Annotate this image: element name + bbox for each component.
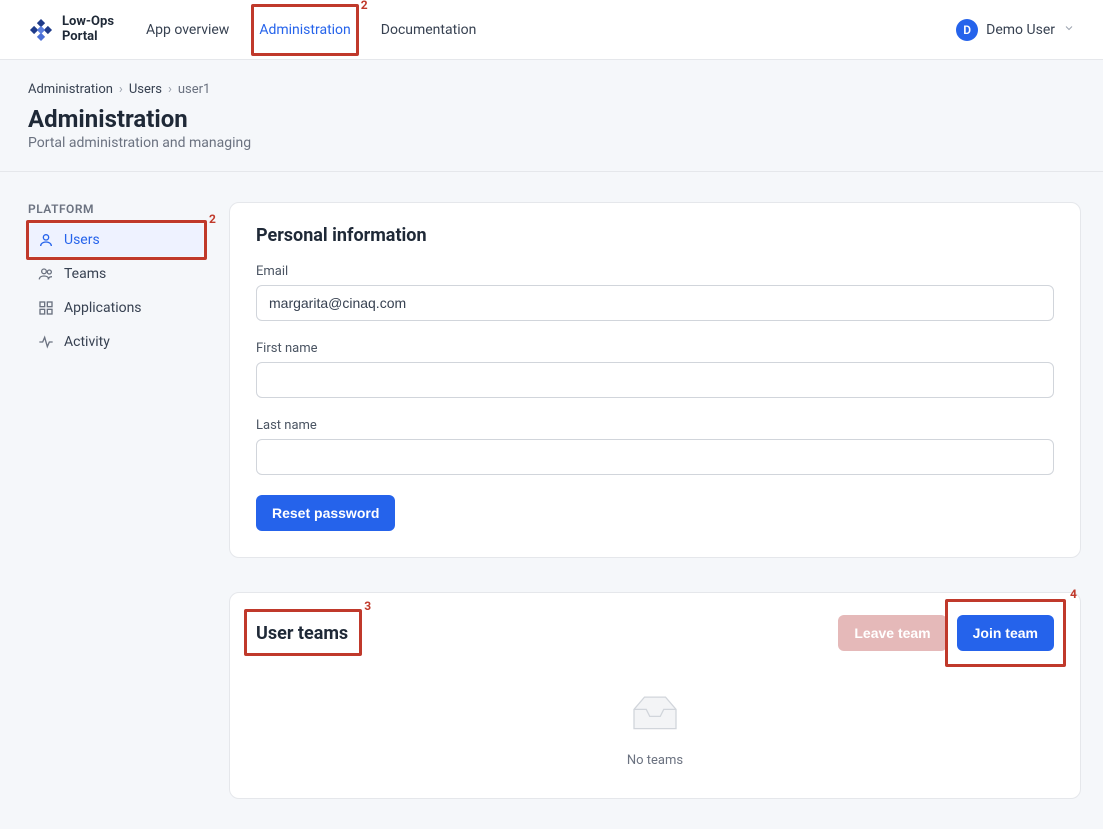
page-subtitle: Portal administration and managing <box>28 135 1075 151</box>
page-header: Administration › Users › user1 Administr… <box>0 60 1103 172</box>
chevron-down-icon <box>1063 22 1075 38</box>
user-name: Demo User <box>986 22 1055 38</box>
inbox-icon <box>627 689 683 735</box>
personal-info-card: Personal information Email First name La… <box>229 202 1081 558</box>
logo-text: Low-Ops Portal <box>62 15 114 44</box>
sidebar-item-label: Activity <box>64 334 110 350</box>
crumb-current: user1 <box>178 82 210 97</box>
top-nav: App overview Administration Documentatio… <box>144 16 478 44</box>
sidebar-item-applications[interactable]: Applications <box>28 292 203 324</box>
reset-password-button[interactable]: Reset password <box>256 495 395 531</box>
sidebar-item-label: Users <box>64 232 100 248</box>
breadcrumb-separator: › <box>168 82 172 97</box>
logo-icon <box>28 17 54 43</box>
sidebar-item-label: Teams <box>64 266 106 282</box>
body: PLATFORM Users Teams Applications Activi… <box>0 172 1103 829</box>
sidebar-item-users[interactable]: Users <box>28 224 203 256</box>
sidebar-item-teams[interactable]: Teams <box>28 258 203 290</box>
sidebar-section-label: PLATFORM <box>28 202 203 216</box>
user-icon <box>38 232 54 248</box>
users-icon <box>38 266 54 282</box>
crumb-users[interactable]: Users <box>129 82 162 97</box>
first-name-input[interactable] <box>256 362 1054 398</box>
logo[interactable]: Low-Ops Portal <box>28 15 114 44</box>
sidebar: PLATFORM Users Teams Applications Activi… <box>28 202 203 360</box>
leave-team-button[interactable]: Leave team <box>838 615 946 651</box>
breadcrumb-separator: › <box>119 82 123 97</box>
nav-administration[interactable]: Administration <box>257 16 352 44</box>
last-name-input[interactable] <box>256 439 1054 475</box>
email-label: Email <box>256 264 1054 279</box>
nav-documentation[interactable]: Documentation <box>379 16 479 44</box>
page-title: Administration <box>28 105 1075 133</box>
crumb-administration[interactable]: Administration <box>28 82 113 97</box>
nav-app-overview[interactable]: App overview <box>144 16 231 44</box>
user-menu[interactable]: D Demo User <box>956 19 1075 41</box>
sidebar-item-activity[interactable]: Activity <box>28 326 203 358</box>
personal-info-title: Personal information <box>256 225 1054 246</box>
teams-empty-state: No teams <box>256 679 1054 772</box>
breadcrumb: Administration › Users › user1 <box>28 82 1075 97</box>
first-name-label: First name <box>256 341 1054 356</box>
user-teams-card: User teams Leave team Join team No teams <box>229 592 1081 799</box>
main: Personal information Email First name La… <box>229 202 1081 799</box>
join-team-button[interactable]: Join team <box>957 615 1054 651</box>
topbar: Low-Ops Portal App overview Administrati… <box>0 0 1103 60</box>
activity-icon <box>38 334 54 350</box>
user-teams-title: User teams <box>256 623 348 644</box>
grid-icon <box>38 300 54 316</box>
last-name-label: Last name <box>256 418 1054 433</box>
teams-empty-text: No teams <box>256 753 1054 768</box>
email-input[interactable] <box>256 285 1054 321</box>
user-avatar: D <box>956 19 978 41</box>
sidebar-item-label: Applications <box>64 300 142 316</box>
